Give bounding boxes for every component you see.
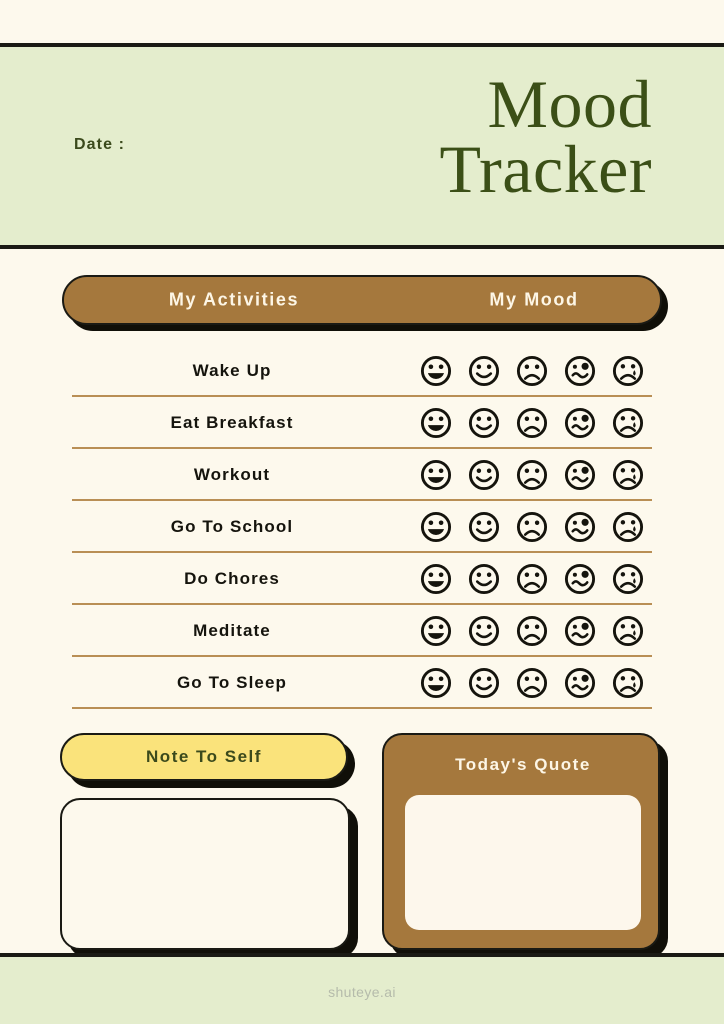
mood-sad-icon[interactable] <box>515 562 549 596</box>
mood-happy-icon[interactable] <box>467 458 501 492</box>
column-header-activities: My Activities <box>168 289 300 310</box>
todays-quote-panel: Today's Quote <box>382 733 660 950</box>
mood-confused-icon[interactable] <box>563 510 597 544</box>
note-to-self-input[interactable] <box>60 798 350 950</box>
mood-very-happy-icon[interactable] <box>419 666 453 700</box>
mood-happy-icon[interactable] <box>467 562 501 596</box>
mood-very-happy-icon[interactable] <box>419 562 453 596</box>
mood-sad-icon[interactable] <box>515 614 549 648</box>
table-header: My Activities My Mood <box>62 275 668 331</box>
mood-crying-icon[interactable] <box>611 510 645 544</box>
table-row: Do Chores <box>62 553 662 605</box>
page-title-line-2: Tracker <box>439 130 652 207</box>
mood-options <box>402 666 662 700</box>
note-to-self-header: Note To Self <box>60 733 355 788</box>
mood-options <box>402 458 662 492</box>
activity-label: Meditate <box>193 621 271 640</box>
todays-quote-card: Today's Quote <box>382 733 668 958</box>
mood-crying-icon[interactable] <box>611 406 645 440</box>
row-separator <box>72 707 652 709</box>
mood-options <box>402 510 662 544</box>
table-row: Go To School <box>62 501 662 553</box>
activity-label: Wake Up <box>192 361 272 380</box>
table-row: Wake Up <box>62 345 662 397</box>
mood-very-happy-icon[interactable] <box>419 614 453 648</box>
todays-quote-input[interactable] <box>405 795 641 930</box>
mood-very-happy-icon[interactable] <box>419 354 453 388</box>
mood-options <box>402 354 662 388</box>
mood-confused-icon[interactable] <box>563 666 597 700</box>
mood-sad-icon[interactable] <box>515 510 549 544</box>
note-to-self-title: Note To Self <box>60 733 348 781</box>
column-header-mood: My Mood <box>489 289 579 310</box>
mood-crying-icon[interactable] <box>611 354 645 388</box>
mood-happy-icon[interactable] <box>467 354 501 388</box>
activity-label: Eat Breakfast <box>170 413 294 432</box>
mood-sad-icon[interactable] <box>515 458 549 492</box>
mood-sad-icon[interactable] <box>515 354 549 388</box>
mood-crying-icon[interactable] <box>611 562 645 596</box>
table-row: Workout <box>62 449 662 501</box>
mood-options <box>402 406 662 440</box>
todays-quote-title: Today's Quote <box>455 755 591 774</box>
mood-confused-icon[interactable] <box>563 614 597 648</box>
mood-very-happy-icon[interactable] <box>419 510 453 544</box>
table-row: Eat Breakfast <box>62 397 662 449</box>
mood-confused-icon[interactable] <box>563 458 597 492</box>
mood-happy-icon[interactable] <box>467 406 501 440</box>
watermark: shuteye.ai <box>328 984 396 1000</box>
mood-happy-icon[interactable] <box>467 510 501 544</box>
table-header-pill: My Activities My Mood <box>62 275 662 325</box>
mood-crying-icon[interactable] <box>611 666 645 700</box>
mood-happy-icon[interactable] <box>467 614 501 648</box>
mood-sad-icon[interactable] <box>515 666 549 700</box>
activity-rows: Wake Up Eat Breakfast Workout Go To School D… <box>62 345 662 709</box>
page-title-line-1: Mood <box>487 66 652 142</box>
note-to-self-box[interactable] <box>60 798 358 958</box>
mood-sad-icon[interactable] <box>515 406 549 440</box>
activity-label: Do Chores <box>184 569 280 588</box>
mood-options <box>402 562 662 596</box>
header-bottom-divider <box>0 245 724 249</box>
mood-options <box>402 614 662 648</box>
table-row: Meditate <box>62 605 662 657</box>
mood-tracker-page: Date : Mood Tracker My Activities My Moo… <box>0 0 724 1024</box>
mood-confused-icon[interactable] <box>563 562 597 596</box>
activity-label: Workout <box>193 465 271 484</box>
mood-very-happy-icon[interactable] <box>419 458 453 492</box>
mood-crying-icon[interactable] <box>611 614 645 648</box>
mood-very-happy-icon[interactable] <box>419 406 453 440</box>
page-title: Mood Tracker <box>232 66 652 207</box>
table-row: Go To Sleep <box>62 657 662 709</box>
mood-confused-icon[interactable] <box>563 406 597 440</box>
mood-crying-icon[interactable] <box>611 458 645 492</box>
mood-confused-icon[interactable] <box>563 354 597 388</box>
mood-happy-icon[interactable] <box>467 666 501 700</box>
activity-label: Go To School <box>170 517 294 536</box>
date-label: Date : <box>74 136 126 153</box>
activity-label: Go To Sleep <box>176 673 288 692</box>
